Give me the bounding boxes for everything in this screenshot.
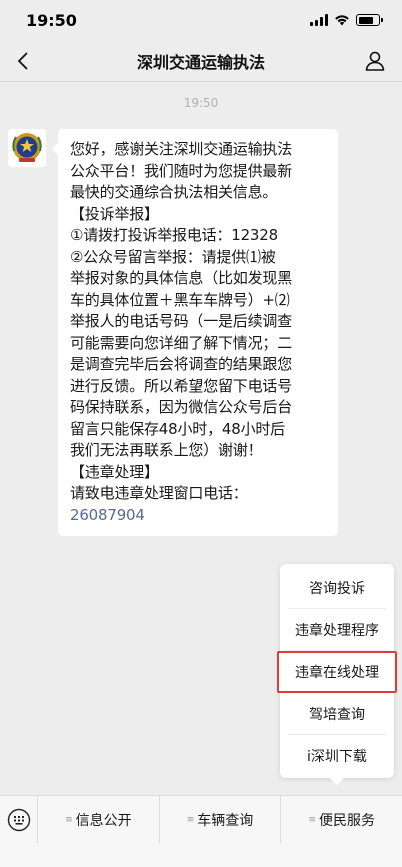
police-emblem-icon [12,133,42,162]
message-line: 请致电违章处理窗口电话： [70,484,248,502]
tab-info-disclosure[interactable]: ≡ 信息公开 [38,796,159,844]
menu-item-driving-school[interactable]: 驾培查询 [288,693,386,735]
chevron-left-icon [17,52,28,70]
tab-public-service[interactable]: ≡ 便民服务 [280,795,402,844]
message-line: 车的具体位置＋黑车车牌号）+⑵ [70,290,290,309]
message-line: 【投诉举报】 [70,204,159,223]
submenu-popup: 咨询投诉 违章处理程序 违章在线处理 驾培查询 i深圳下载 [277,564,397,785]
message-line: 可能需要向您详细了解下情况；二 [70,333,293,352]
signal-icon [310,14,328,26]
message-line: 公众平台！我们随时为您提供最新 [70,161,293,180]
profile-button[interactable] [360,46,390,76]
person-icon [365,51,385,71]
tab-label: 便民服务 [318,812,375,829]
tab-label: 车辆查询 [197,812,254,829]
menu-lines-icon: ≡ [308,814,316,825]
menu-item-consult[interactable]: 咨询投诉 [288,567,386,609]
message-line: 举报对象的具体信息（比如发现黑 [70,269,293,287]
battery-icon [356,14,383,26]
menu-lines-icon: ≡ [186,814,195,825]
status-time: 19:50 [26,10,77,30]
message-line: 您好，感谢关注深圳交通运输执法 [70,140,293,158]
message-line: ①请拨打投诉举报电话：12328 [70,226,278,244]
message-line: 我们无法再联系上您）谢谢！ [70,441,263,459]
menu-item-online-violation[interactable]: 违章在线处理 [277,651,397,693]
menu-item-violation-procedure[interactable]: 违章处理程序 [288,609,386,651]
tab-label: 信息公开 [75,812,132,829]
message-line: 【违章处理】 [70,462,159,481]
message-bubble: 您好，感谢关注深圳交通运输执法 公众平台！我们随时为您提供最新 最快的交通综合执… [52,129,338,536]
status-bar: 19:50 [0,0,402,40]
message-line: 最快的交通综合执法相关信息。 [70,183,278,201]
message-line: 举报人的电话号码（一是后续调查 [70,312,293,330]
keyboard-icon [7,808,30,831]
page-title: 深圳交通运输执法 [136,52,265,72]
message-line: 留言只能保存48小时，48小时后 [70,419,285,438]
message-line: 码保持联系，因为微信公众号后台 [70,398,293,416]
home-indicator-area [0,843,402,867]
message-line: ②公众号留言举报：请提供⑴被 [70,247,276,266]
official-account-avatar[interactable] [8,129,46,167]
phone-number-link[interactable]: 26087904 [70,506,145,524]
nav-bar: 深圳交通运输执法 [0,40,402,82]
status-icons [310,14,383,26]
bottom-menu-bar: ≡ 信息公开 ≡ 车辆查询 ≡ 便民服务 [0,795,402,844]
back-button[interactable] [8,46,38,76]
message-line: 是调查完毕后会将调查的结果跟您 [70,355,293,373]
menu-item-ishenzhen-download[interactable]: i深圳下载 [288,735,386,777]
keyboard-toggle-button[interactable] [0,795,38,844]
wifi-icon [335,15,349,26]
menu-lines-icon: ≡ [65,814,73,825]
message-line: 进行反馈。所以希望您留下电话号 [70,376,293,395]
tab-vehicle-query[interactable]: ≡ 车辆查询 [158,795,281,844]
message-timestamp: 19:50 [183,96,219,110]
